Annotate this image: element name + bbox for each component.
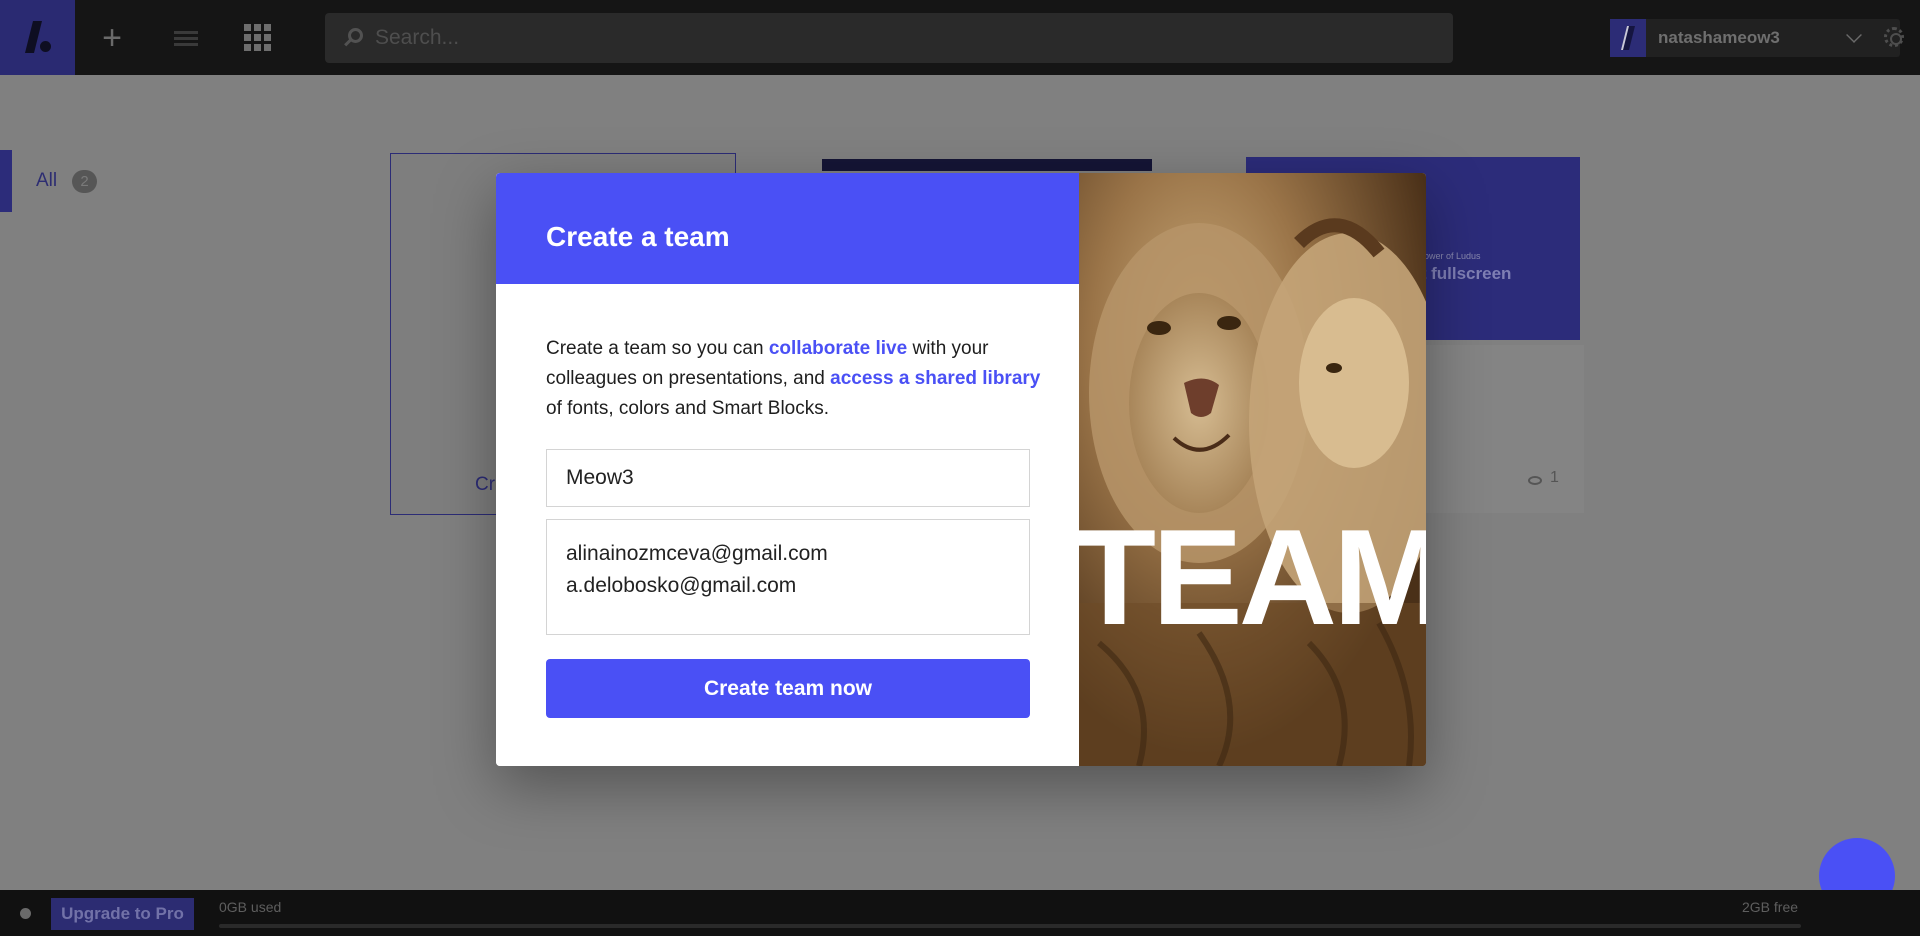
storage-free: 2GB free	[1742, 899, 1799, 915]
upgrade-button[interactable]: Upgrade to Pro	[51, 898, 194, 930]
gear-icon[interactable]	[1884, 27, 1904, 47]
active-indicator	[0, 150, 12, 212]
create-team-button[interactable]: Create team now	[546, 659, 1030, 718]
thumbnail-title: it fullscreen	[1416, 264, 1512, 283]
search-bar	[325, 13, 1453, 63]
storage-progress-bar	[219, 924, 1801, 928]
storage-used: 0GB used	[219, 899, 282, 915]
modal-form-panel: Create a team Create a team so you can c…	[496, 173, 1079, 766]
member-emails-input[interactable]: alinainozmceva@gmail.com a.delobosko@gma…	[546, 519, 1030, 635]
desc-text: of fonts, colors and Smart Blocks.	[546, 398, 830, 419]
team-heading: TEAM	[1079, 501, 1426, 653]
desc-text: Create a team so you can	[546, 338, 769, 359]
modal-header: Create a team	[496, 173, 1079, 284]
status-dot	[20, 908, 31, 919]
plus-icon[interactable]: +	[94, 20, 130, 56]
presentation-thumbnail[interactable]	[822, 159, 1152, 171]
bottom-bar: Upgrade to Pro 0GB used 2GB free	[0, 890, 1920, 936]
user-menu[interactable]: natashameow3	[1610, 19, 1900, 57]
create-team-modal: Create a team Create a team so you can c…	[496, 173, 1426, 766]
modal-title: Create a team	[546, 221, 730, 252]
lion-illustration	[1079, 173, 1426, 766]
eye-icon	[1528, 476, 1542, 485]
view-count: 1	[1550, 469, 1559, 486]
search-icon	[343, 26, 367, 50]
highlight-shared-library: access a shared library	[830, 368, 1041, 389]
sidebar-item-label: All	[36, 170, 58, 191]
highlight-collaborate: collaborate live	[768, 338, 908, 359]
create-card-label: Cr	[475, 474, 496, 495]
modal-description: Create a team so you can collaborate liv…	[546, 334, 1046, 424]
lion-team-image: TEAM	[1079, 173, 1426, 766]
sidebar-item-all[interactable]: All 2	[0, 150, 160, 212]
logo-icon[interactable]	[0, 0, 75, 75]
list-icon[interactable]	[168, 20, 204, 56]
search-input[interactable]	[375, 13, 1435, 63]
count-badge: 2	[72, 170, 97, 193]
avatar	[1610, 19, 1646, 57]
team-name-input[interactable]	[546, 449, 1030, 507]
thumbnail-subtext: ower of Ludus	[1424, 251, 1481, 261]
grid-icon[interactable]	[244, 24, 271, 51]
top-bar: + natashameow3	[0, 0, 1920, 75]
username: natashameow3	[1658, 28, 1780, 47]
chevron-down-icon[interactable]	[1846, 27, 1862, 43]
